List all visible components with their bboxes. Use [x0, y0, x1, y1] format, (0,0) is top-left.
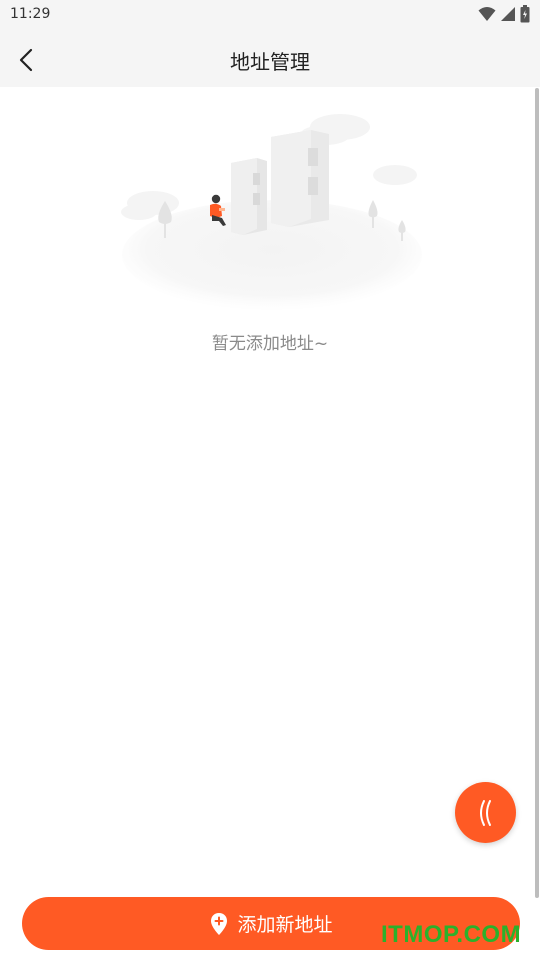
battery-icon — [520, 5, 530, 23]
empty-message: 暂无添加地址~ — [211, 334, 329, 354]
header: 地址管理 — [0, 30, 540, 87]
page-title: 地址管理 — [230, 50, 310, 74]
watermark-text: ITMOP.COM — [381, 921, 522, 948]
scrollbar-thumb[interactable] — [535, 88, 539, 898]
status-time: 11:29 — [10, 6, 51, 22]
double-chevron-left-icon — [479, 799, 491, 826]
wifi-icon — [478, 7, 496, 21]
signal-icon — [501, 7, 515, 21]
status-bar: 11:29 — [0, 0, 540, 30]
status-icons — [478, 5, 530, 23]
city-empty-illustration — [121, 114, 422, 310]
back-to-top-button[interactable] — [455, 782, 516, 843]
add-address-label: 添加新地址 — [237, 914, 333, 936]
location-plus-icon — [211, 912, 228, 935]
